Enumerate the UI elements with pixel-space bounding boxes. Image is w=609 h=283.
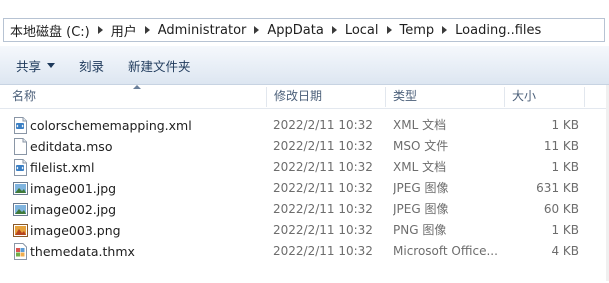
column-type-header[interactable]: 类型 [385, 85, 504, 109]
file-date: 2022/2/11 10:32 [273, 202, 373, 216]
file-size: 1 KB [551, 118, 579, 132]
share-button[interactable]: 共享 [16, 56, 56, 75]
file-type: XML 文档 [393, 118, 447, 132]
breadcrumb-item-local[interactable]: Local [339, 23, 379, 38]
file-date: 2022/2/11 10:32 [273, 118, 373, 132]
breadcrumb[interactable]: 本地磁盘 (C:) 用户 Administrator AppData Local… [3, 18, 605, 42]
file-row[interactable]: image003.png 2022/2/11 10:32 PNG 图像 1 KB [0, 220, 609, 241]
file-name: image003.png [30, 223, 121, 238]
file-type: PNG 图像 [393, 223, 447, 237]
breadcrumb-item-current-folder[interactable]: Loading..files [449, 23, 541, 38]
file-row[interactable]: filelist.xml 2022/2/11 10:32 XML 文档 1 KB [0, 157, 609, 178]
burn-label: 刻录 [79, 58, 105, 74]
file-type: JPEG 图像 [393, 202, 449, 216]
file-name: image002.jpg [30, 202, 117, 217]
file-row[interactable]: colorschememapping.xml 2022/2/11 10:32 X… [0, 115, 609, 136]
address-bar-area: 本地磁盘 (C:) 用户 Administrator AppData Local… [0, 0, 609, 46]
xml-file-icon [14, 117, 27, 134]
file-name: themedata.thmx [30, 244, 135, 259]
chevron-down-icon [47, 62, 56, 68]
breadcrumb-item-drive[interactable]: 本地磁盘 (C:) [4, 21, 90, 40]
column-divider[interactable] [584, 87, 585, 107]
png-image-icon [13, 224, 28, 237]
jpeg-image-icon [13, 182, 28, 195]
file-name: image001.jpg [30, 181, 117, 196]
chevron-right-icon[interactable] [144, 26, 150, 34]
file-date: 2022/2/11 10:32 [273, 244, 373, 258]
file-row[interactable]: image002.jpg 2022/2/11 10:32 JPEG 图像 60 … [0, 199, 609, 220]
column-name-header[interactable]: 名称 [4, 85, 266, 109]
file-type: XML 文档 [393, 160, 447, 174]
file-date: 2022/2/11 10:32 [273, 223, 373, 237]
breadcrumb-item-temp[interactable]: Temp [394, 23, 435, 38]
file-size: 1 KB [551, 160, 579, 174]
breadcrumb-item-users[interactable]: 用户 [105, 21, 137, 40]
column-size-header[interactable]: 大小 [504, 85, 584, 109]
file-list: colorschememapping.xml 2022/2/11 10:32 X… [0, 115, 609, 262]
file-size: 1 KB [551, 223, 579, 237]
file-name: filelist.xml [30, 160, 95, 175]
file-date: 2022/2/11 10:32 [273, 181, 373, 195]
breadcrumb-item-appdata[interactable]: AppData [261, 23, 323, 38]
file-row[interactable]: image001.jpg 2022/2/11 10:32 JPEG 图像 631… [0, 178, 609, 199]
chevron-right-icon[interactable] [331, 26, 337, 34]
xml-file-icon [14, 159, 27, 176]
file-type: Microsoft Office... [393, 244, 498, 258]
file-size: 60 KB [543, 202, 579, 216]
file-size: 4 KB [551, 244, 579, 258]
chevron-right-icon[interactable] [97, 26, 103, 34]
burn-button[interactable]: 刻录 [79, 56, 104, 75]
file-row[interactable]: themedata.thmx 2022/2/11 10:32 Microsoft… [0, 241, 609, 262]
column-header: 名称 修改日期 类型 大小 [0, 85, 609, 109]
file-name: colorschememapping.xml [30, 118, 192, 133]
file-size: 631 KB [536, 181, 579, 195]
breadcrumb-item-administrator[interactable]: Administrator [152, 23, 247, 38]
file-row[interactable]: editdata.mso 2022/2/11 10:32 MSO 文件 11 K… [0, 136, 609, 157]
jpeg-image-icon [13, 203, 28, 216]
file-name: editdata.mso [30, 139, 113, 154]
chevron-right-icon[interactable] [254, 26, 260, 34]
file-date: 2022/2/11 10:32 [273, 139, 373, 153]
chevron-right-icon[interactable] [442, 26, 448, 34]
new-folder-label: 新建文件夹 [128, 58, 191, 74]
column-date-header[interactable]: 修改日期 [266, 85, 385, 109]
file-size: 11 KB [543, 139, 579, 153]
file-type: MSO 文件 [393, 139, 449, 153]
file-date: 2022/2/11 10:32 [273, 160, 373, 174]
chevron-right-icon[interactable] [386, 26, 392, 34]
office-theme-icon [14, 243, 27, 260]
file-type: JPEG 图像 [393, 181, 449, 195]
share-label: 共享 [16, 58, 42, 74]
new-folder-button[interactable]: 新建文件夹 [128, 56, 191, 75]
command-toolbar: 共享 刻录 新建文件夹 [0, 46, 609, 85]
blank-file-icon [14, 138, 27, 155]
